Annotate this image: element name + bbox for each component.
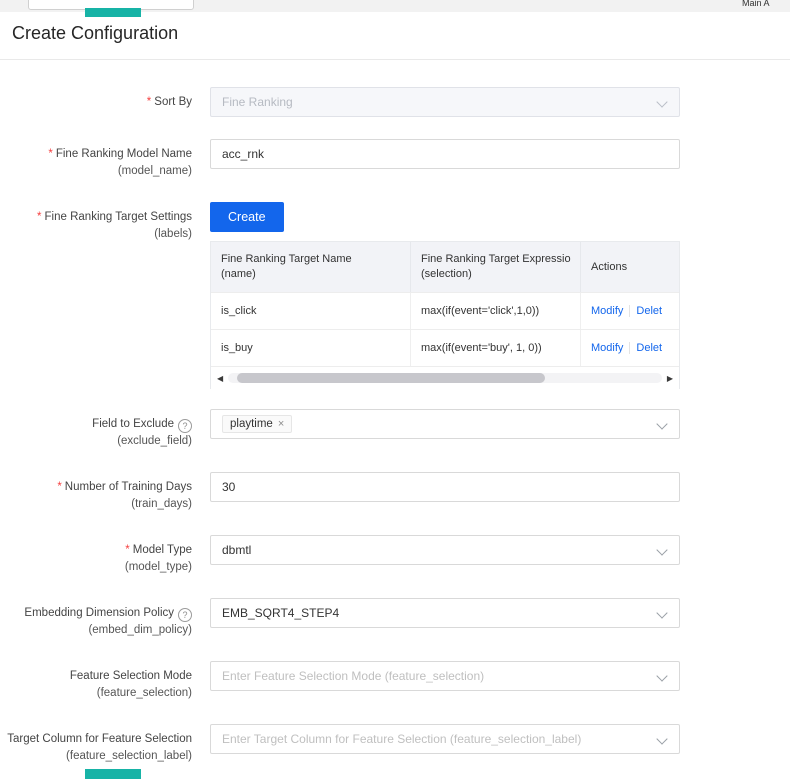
remove-tag-icon[interactable]: × <box>278 418 284 430</box>
row-train-days: * Number of Training Days (train_days) <box>0 472 790 513</box>
action-divider <box>629 305 631 317</box>
sort-by-select: Fine Ranking <box>210 87 680 117</box>
required-icon: * <box>57 481 62 493</box>
target-name-cell: is_buy <box>211 330 411 366</box>
train-days-field[interactable] <box>210 472 680 502</box>
help-icon[interactable]: ? <box>178 608 192 622</box>
feature-selection-select[interactable]: Enter Feature Selection Mode (feature_se… <box>210 661 680 691</box>
target-expression-cell: max(if(event='click',1,0)) <box>411 293 581 329</box>
modify-link[interactable]: Modify <box>591 342 623 354</box>
embed-dim-policy-select[interactable]: EMB_SQRT4_STEP4 <box>210 598 680 628</box>
scrollbar-thumb[interactable] <box>236 373 545 383</box>
feature-selection-placeholder: Enter Feature Selection Mode (feature_se… <box>222 669 485 683</box>
required-icon: * <box>48 148 53 160</box>
row-embed-dim-policy: Embedding Dimension Policy? (embed_dim_p… <box>0 598 790 639</box>
targets-table: Fine Ranking Target Name (name) Fine Ran… <box>210 241 680 389</box>
required-icon: * <box>146 96 152 108</box>
actions-cell: Modify Delet <box>581 330 679 366</box>
targets-table-header: Fine Ranking Target Name (name) Fine Ran… <box>211 242 679 292</box>
row-feature-selection-label: Target Column for Feature Selection (fea… <box>0 724 790 765</box>
row-exclude-field: Field to Exclude? (exclude_field) playti… <box>0 409 790 450</box>
row-feature-selection: Feature Selection Mode (feature_selectio… <box>0 661 790 702</box>
table-row: is_click max(if(event='click',1,0)) Modi… <box>211 292 679 329</box>
required-icon: * <box>125 544 130 556</box>
teal-marker-top <box>85 8 141 17</box>
target-name-cell: is_click <box>211 293 411 329</box>
teal-marker-bottom <box>85 769 141 779</box>
embed-dim-policy-label: Embedding Dimension Policy? (embed_dim_p… <box>24 607 192 636</box>
model-type-value: dbmtl <box>222 543 252 557</box>
modify-link[interactable]: Modify <box>591 305 623 317</box>
scrollbar-track[interactable] <box>228 373 662 383</box>
exclude-field-tag: playtime × <box>222 415 293 433</box>
col-header-name: Fine Ranking Target Name (name) <box>211 242 411 292</box>
feature-selection-label: Feature Selection Mode (feature_selectio… <box>69 670 192 699</box>
feature-selection-target-placeholder: Enter Target Column for Feature Selectio… <box>222 732 582 746</box>
actions-cell: Modify Delet <box>581 293 679 329</box>
row-target-settings: * Fine Ranking Target Settings (labels) C… <box>0 202 790 389</box>
chevron-down-icon <box>656 544 668 556</box>
exclude-field-label: Field to Exclude? (exclude_field) <box>92 418 192 447</box>
target-expression-cell: max(if(event='buy', 1, 0)) <box>411 330 581 366</box>
model-name-label: * Fine Ranking Model Name (model_name) <box>48 148 192 177</box>
train-days-input[interactable] <box>222 480 668 494</box>
model-type-label: * Model Type (model_type) <box>124 544 192 573</box>
chevron-down-icon <box>656 418 668 430</box>
target-settings-label: * Fine Ranking Target Settings (labels) <box>37 211 192 240</box>
sort-by-value: Fine Ranking <box>222 95 293 109</box>
feature-selection-target-select[interactable]: Enter Target Column for Feature Selectio… <box>210 724 680 754</box>
scroll-left-icon[interactable]: ◀ <box>214 374 226 383</box>
feature-selection-target-label: Target Column for Feature Selection (fea… <box>7 733 192 762</box>
model-name-input[interactable] <box>222 147 668 161</box>
topbar-right-text: Main A <box>742 0 770 8</box>
row-model-type: * Model Type (model_type) dbmtl <box>0 535 790 576</box>
delete-link[interactable]: Delet <box>636 305 662 317</box>
scroll-right-icon[interactable]: ▶ <box>664 374 676 383</box>
row-model-name: * Fine Ranking Model Name (model_name) <box>0 139 790 180</box>
create-configuration-page: Main A Create Configuration * Sort By Fin… <box>0 0 790 779</box>
table-row: is_buy max(if(event='buy', 1, 0)) Modify… <box>211 329 679 366</box>
delete-link[interactable]: Delet <box>636 342 662 354</box>
model-name-field[interactable] <box>210 139 680 169</box>
help-icon[interactable]: ? <box>178 419 192 433</box>
configuration-form: * Sort By Fine Ranking * Fine Ranking Mode… <box>0 60 790 779</box>
col-header-actions: Actions <box>591 260 628 273</box>
chevron-down-icon <box>656 733 668 745</box>
row-sort-by: * Sort By Fine Ranking <box>0 87 790 117</box>
embed-dim-policy-value: EMB_SQRT4_STEP4 <box>222 606 340 620</box>
horizontal-scrollbar[interactable]: ◀ ▶ <box>211 366 679 389</box>
exclude-field-select[interactable]: playtime × <box>210 409 680 439</box>
model-type-select[interactable]: dbmtl <box>210 535 680 565</box>
create-target-button[interactable]: Create <box>210 202 284 232</box>
col-header-selection: Fine Ranking Target Expressio (selection… <box>411 242 581 292</box>
train-days-label: * Number of Training Days (train_days) <box>57 481 192 510</box>
sort-by-label: * Sort By <box>146 96 192 108</box>
required-icon: * <box>37 211 42 223</box>
chevron-down-icon <box>656 607 668 619</box>
action-divider <box>629 342 631 354</box>
chevron-down-icon <box>656 670 668 682</box>
chevron-down-icon <box>656 96 668 108</box>
